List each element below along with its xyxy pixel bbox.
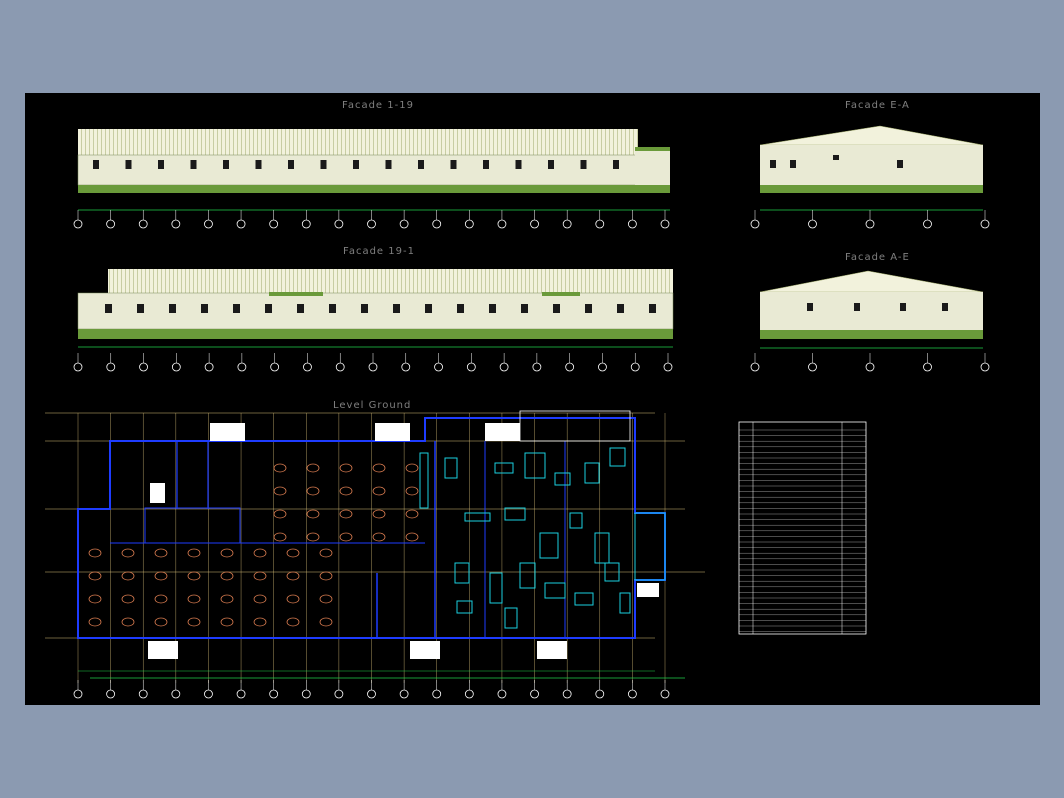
facade-e-a — [750, 125, 990, 229]
title-facade-e-a: Facade E-A — [845, 100, 910, 111]
facade-a-e — [750, 270, 990, 372]
facade-19-1 — [73, 269, 674, 372]
title-level-ground: Level Ground — [333, 400, 411, 411]
room-schedule-table — [738, 421, 867, 635]
drawing-canvas[interactable]: Facade 1-19 Facade E-A Facade 19-1 Facad… — [25, 93, 1040, 705]
facade-1-19 — [73, 129, 670, 229]
title-facade-a-e: Facade A-E — [845, 252, 910, 263]
title-facade-1-19: Facade 1-19 — [342, 100, 414, 111]
title-facade-19-1: Facade 19-1 — [343, 246, 415, 257]
floor-plan — [45, 410, 705, 699]
cad-drawing: Facade 1-19 Facade E-A Facade 19-1 Facad… — [45, 100, 990, 699]
